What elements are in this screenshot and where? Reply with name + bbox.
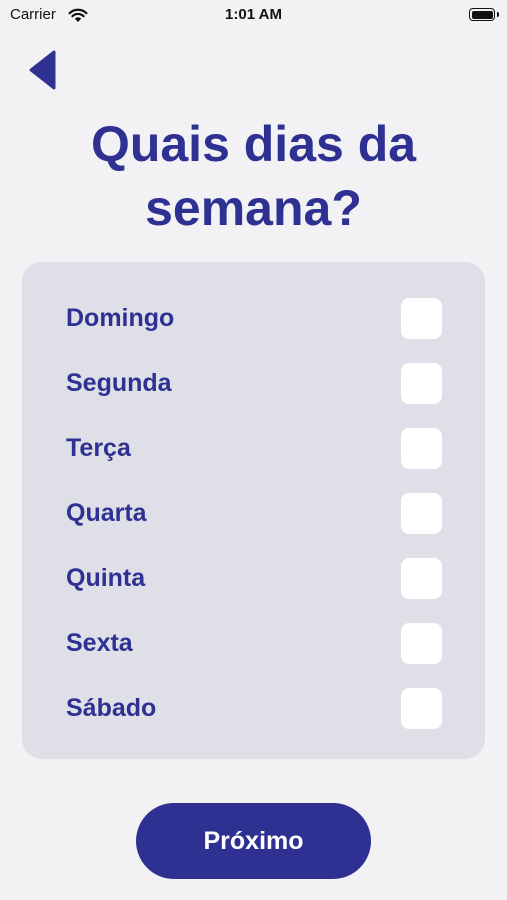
day-label: Sexta xyxy=(66,629,133,657)
page-title: Quais dias da semana? xyxy=(90,116,417,236)
back-arrow-icon xyxy=(29,50,56,90)
clock-time: 1:01 AM xyxy=(225,6,282,23)
day-label: Terça xyxy=(66,434,131,462)
day-row-terca[interactable]: Terça xyxy=(22,426,485,470)
days-card: Domingo Segunda Terça Quarta Quinta Sext… xyxy=(22,262,485,759)
day-label: Segunda xyxy=(66,369,172,397)
status-bar: Carrier 1:01 AM xyxy=(0,0,507,32)
day-row-quarta[interactable]: Quarta xyxy=(22,491,485,535)
day-label: Quarta xyxy=(66,499,147,527)
day-checkbox-sabado[interactable] xyxy=(401,688,442,729)
day-checkbox-segunda[interactable] xyxy=(401,363,442,404)
day-label: Domingo xyxy=(66,304,175,332)
day-row-quinta[interactable]: Quinta xyxy=(22,556,485,600)
day-row-sabado[interactable]: Sábado xyxy=(22,686,485,730)
battery-icon xyxy=(469,8,495,21)
day-checkbox-quinta[interactable] xyxy=(401,558,442,599)
next-button[interactable]: Próximo xyxy=(136,803,371,879)
day-row-segunda[interactable]: Segunda xyxy=(22,361,485,405)
day-checkbox-domingo[interactable] xyxy=(401,298,442,339)
day-checkbox-terca[interactable] xyxy=(401,428,442,469)
day-row-sexta[interactable]: Sexta xyxy=(22,621,485,665)
back-button[interactable] xyxy=(26,48,66,92)
day-label: Quinta xyxy=(66,564,146,592)
day-row-domingo[interactable]: Domingo xyxy=(22,296,485,340)
day-checkbox-quarta[interactable] xyxy=(401,493,442,534)
day-label: Sábado xyxy=(66,694,157,722)
day-checkbox-sexta[interactable] xyxy=(401,623,442,664)
